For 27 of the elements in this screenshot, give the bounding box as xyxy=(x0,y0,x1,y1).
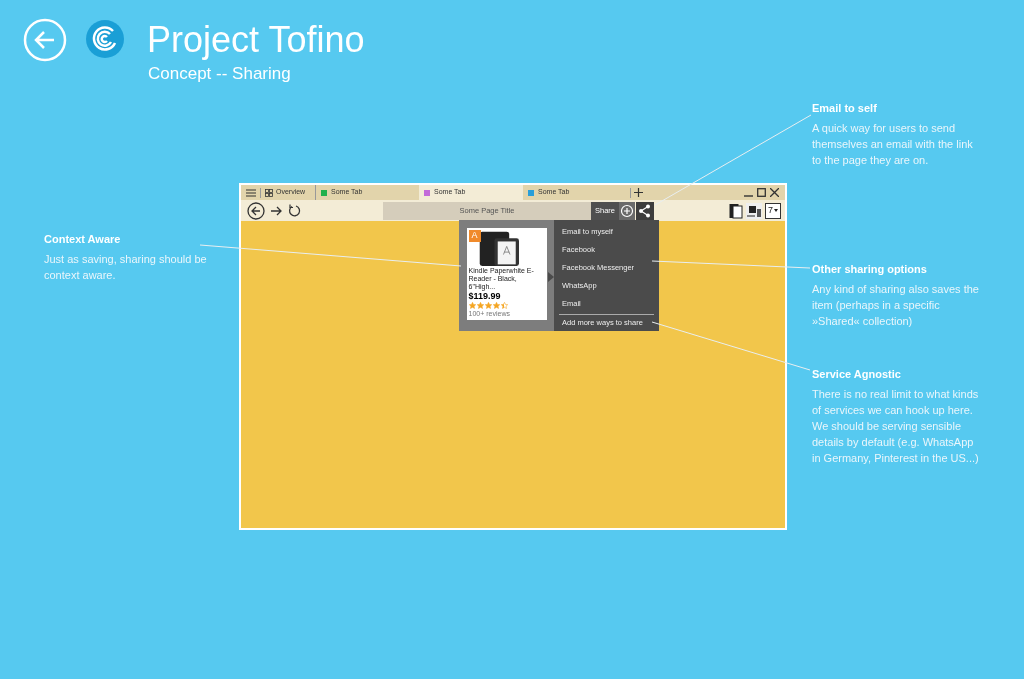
product-price: $119.99 xyxy=(468,291,501,301)
share-icon[interactable] xyxy=(636,201,654,220)
note-text: Any kind of sharing also saves the item (perhaps in a specific »Shared« collection) xyxy=(812,282,980,329)
count-button[interactable]: 7 xyxy=(765,202,781,219)
close-button[interactable] xyxy=(770,188,779,197)
maximize-button[interactable] xyxy=(757,188,766,197)
menu-icon[interactable] xyxy=(246,188,256,197)
reload-button[interactable] xyxy=(288,204,301,217)
note-title: Email to self xyxy=(812,101,878,115)
product-badge: A xyxy=(468,230,481,242)
reader-icon[interactable] xyxy=(729,202,743,219)
note-title: Other sharing options xyxy=(812,262,928,276)
back-button[interactable] xyxy=(247,201,265,220)
note-text: A quick way for users to send themselves an email with the link to the page they are on. xyxy=(812,121,974,168)
note-title: Context Aware xyxy=(44,232,122,246)
note-text: There is no real limit to what kinds of services we can hook up here. We should be serving sensible details by default (e.g. WhatsApp in Germany, Pinterest in the US...) xyxy=(812,387,980,466)
add-button[interactable] xyxy=(619,201,635,220)
caret-icon xyxy=(774,209,778,212)
grid-icon xyxy=(265,188,273,197)
note-title: Service Agnostic xyxy=(812,367,902,381)
page-subtitle: Concept -- Sharing xyxy=(148,63,291,85)
new-tab-button[interactable] xyxy=(634,188,643,197)
page-title: Project Tofino xyxy=(147,18,365,62)
logo-icon xyxy=(85,19,125,59)
thumbnail-icon[interactable] xyxy=(746,202,762,219)
note-text: Just as saving, sharing should be context aware. xyxy=(44,252,208,283)
forward-button[interactable] xyxy=(270,204,283,217)
